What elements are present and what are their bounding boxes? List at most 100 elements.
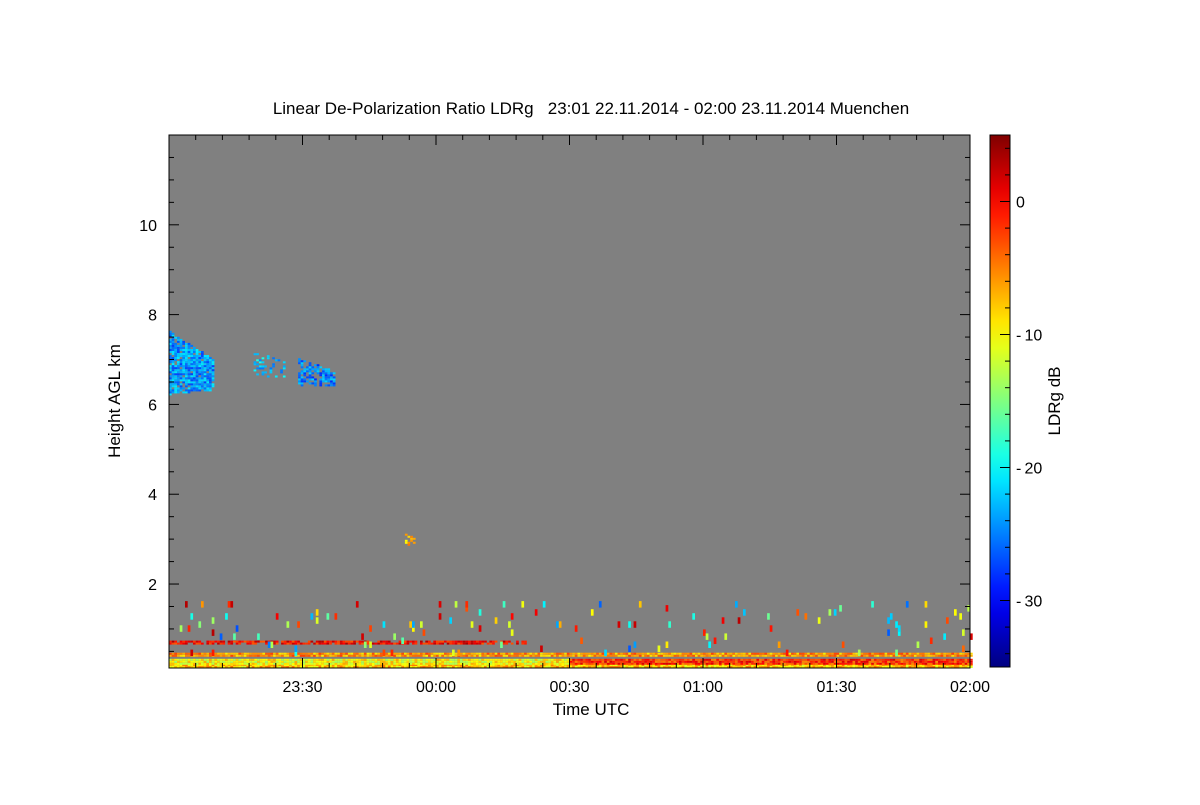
heatmap-cell — [638, 662, 642, 665]
heatmap-cell — [209, 363, 212, 366]
heatmap-cell — [449, 654, 452, 657]
heatmap-cell — [327, 372, 331, 375]
heatmap-cell — [545, 662, 549, 665]
heatmap-cell — [289, 660, 292, 663]
heatmap-cell — [327, 380, 331, 383]
heatmap-cell — [261, 373, 265, 376]
heatmap-cell — [833, 652, 837, 655]
heatmap-cell — [703, 654, 706, 657]
heatmap-cell — [259, 654, 263, 657]
heatmap-cell — [201, 381, 204, 384]
heatmap-cell — [526, 662, 530, 665]
heatmap-cell — [580, 637, 583, 644]
heatmap-cell — [889, 652, 893, 655]
heatmap-cell — [217, 660, 220, 663]
heatmap-cell — [404, 658, 407, 661]
heatmap-cell — [484, 654, 487, 657]
heatmap-cell — [398, 660, 402, 663]
heatmap-cell — [649, 654, 653, 657]
heatmap-cell — [638, 601, 642, 608]
heatmap-cell — [735, 654, 738, 657]
heatmap-cell — [831, 658, 834, 661]
heatmap-cell — [251, 652, 255, 655]
colorbar-tick-label: - 30 — [1016, 594, 1042, 611]
heatmap-cell — [195, 353, 199, 355]
heatmap-cell — [745, 660, 749, 663]
heatmap-cell — [831, 662, 834, 665]
heatmap-cell — [256, 367, 259, 370]
heatmap-cell — [711, 654, 714, 657]
heatmap-cell — [946, 662, 949, 665]
heatmap-cell — [489, 642, 493, 645]
heatmap-cell — [324, 368, 328, 371]
heatmap-cell — [246, 654, 250, 657]
heatmap-cell — [297, 658, 300, 661]
heatmap-cell — [873, 652, 877, 655]
heatmap-cell — [847, 654, 850, 657]
heatmap-cell — [330, 378, 333, 381]
heatmap-cell — [258, 367, 262, 370]
heatmap-cell — [198, 371, 202, 374]
heatmap-cell — [558, 621, 562, 628]
feature-red-line-0.7km — [169, 640, 527, 645]
heatmap-cell — [796, 658, 800, 661]
heatmap-cell — [556, 662, 559, 665]
heatmap-cell — [743, 660, 746, 663]
heatmap-cell — [502, 662, 506, 665]
heatmap-cell — [193, 658, 196, 661]
heatmap-cell — [182, 379, 185, 382]
heatmap-cell — [809, 660, 813, 663]
heatmap-cell — [769, 660, 773, 663]
heatmap-cell — [897, 658, 901, 661]
heatmap-cell — [318, 640, 322, 643]
heatmap-cell — [270, 652, 274, 655]
heatmap-cell — [962, 660, 965, 663]
heatmap-cell — [524, 662, 527, 665]
heatmap-cell — [347, 652, 351, 655]
heatmap-cell — [871, 658, 874, 661]
heatmap-cell — [481, 660, 485, 663]
heatmap-cell — [254, 662, 258, 665]
heatmap-cell — [769, 658, 773, 661]
heatmap-cell — [433, 652, 436, 655]
heatmap-cell — [235, 640, 239, 643]
heatmap-cell — [745, 662, 749, 665]
heatmap-cell — [892, 654, 896, 657]
heatmap-cell — [198, 654, 202, 657]
heatmap-cell — [556, 652, 559, 655]
heatmap-cell — [719, 652, 722, 655]
heatmap-cell — [342, 658, 346, 661]
heatmap-cell — [732, 652, 736, 655]
heatmap-cell — [422, 660, 426, 663]
heatmap-cell — [868, 654, 872, 657]
heatmap-cell — [358, 654, 362, 657]
heatmap-cell — [428, 652, 431, 655]
heatmap-cell — [190, 361, 194, 364]
heatmap-cell — [687, 660, 690, 663]
heatmap-cell — [193, 377, 196, 380]
heatmap-cell — [529, 662, 533, 665]
heatmap-cell — [892, 660, 896, 663]
heatmap-cell — [195, 642, 199, 645]
heatmap-cell — [203, 359, 207, 362]
heatmap-cell — [828, 660, 832, 663]
heatmap-cell — [954, 654, 957, 657]
heatmap-cell — [596, 652, 599, 655]
heatmap-cell — [438, 658, 442, 661]
heatmap-cell — [377, 652, 380, 655]
heatmap-cell — [339, 642, 343, 645]
heatmap-cell — [609, 658, 613, 661]
heatmap-cell — [518, 658, 522, 661]
heatmap-cell — [572, 662, 575, 665]
heatmap-cell — [374, 652, 378, 655]
heatmap-cell — [748, 662, 752, 665]
heatmap-cell — [318, 642, 322, 645]
heatmap-cell — [946, 658, 949, 661]
heatmap-cell — [566, 654, 570, 657]
heatmap-cell — [387, 658, 391, 661]
heatmap-cell — [478, 609, 482, 616]
heatmap-cell — [315, 617, 319, 624]
heatmap-cell — [195, 377, 199, 380]
heatmap-cell — [606, 660, 610, 663]
heatmap-cell — [337, 662, 340, 665]
